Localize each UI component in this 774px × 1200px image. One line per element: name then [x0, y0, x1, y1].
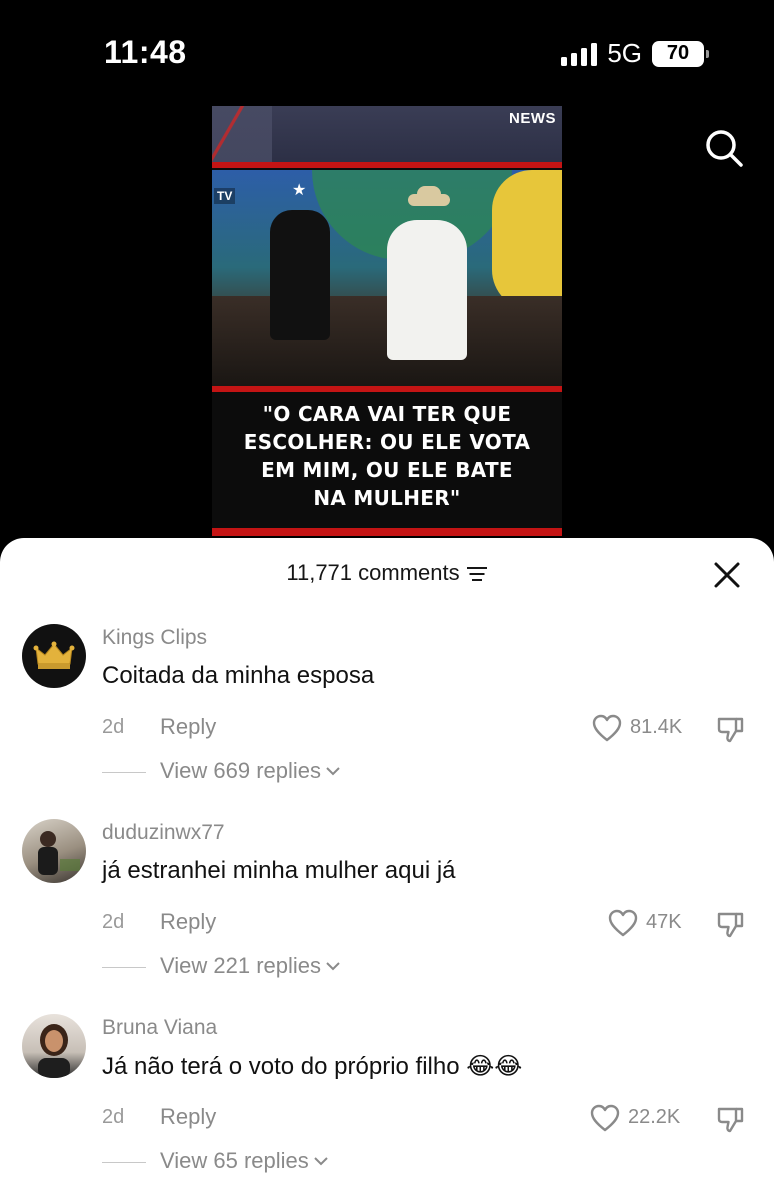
user-photo-icon — [38, 831, 80, 875]
view-replies-label: View 669 replies — [160, 758, 322, 783]
video-frame-image: TV ★ — [212, 170, 562, 386]
divider-line — [102, 967, 146, 968]
search-icon[interactable] — [704, 128, 744, 168]
video-player[interactable]: NEWS TV ★ "O CARA VAI TER QUE ESCOLHER: … — [212, 106, 562, 536]
dislike-icon[interactable] — [716, 1104, 746, 1134]
comment-time: 2d — [102, 911, 125, 933]
view-replies-button[interactable]: View 221 replies — [160, 953, 341, 979]
like-count: 47K — [646, 911, 682, 933]
like-count: 81.4K — [630, 716, 683, 738]
heart-icon[interactable] — [592, 714, 622, 742]
user-photo-icon — [38, 1024, 70, 1078]
chevron-down-icon — [326, 962, 340, 971]
comments-header: 11,771 comments — [0, 560, 774, 586]
red-divider — [212, 162, 562, 168]
chevron-down-icon — [326, 767, 340, 776]
avatar[interactable] — [22, 819, 86, 883]
red-divider — [212, 386, 562, 392]
comments-sheet: 11,771 comments Kings Clips Coitada da m… — [0, 538, 774, 1200]
reply-button[interactable]: Reply — [160, 1104, 216, 1130]
divider-line — [102, 1162, 146, 1163]
comment-time: 2d — [102, 1106, 125, 1128]
view-replies-label: View 221 replies — [160, 953, 322, 978]
comment-item: Kings Clips Coitada da minha esposa 2d R… — [0, 624, 774, 814]
heart-icon[interactable] — [590, 1104, 620, 1132]
comment-item: duduzinwx77 já estranhei minha mulher aq… — [0, 819, 774, 1009]
news-logo: NEWS — [509, 110, 556, 127]
comments-count: 11,771 comments — [286, 560, 460, 585]
like-count: 22.2K — [628, 1106, 681, 1128]
comment-username[interactable]: Kings Clips — [102, 626, 207, 650]
view-replies-button[interactable]: View 669 replies — [160, 758, 341, 784]
avatar[interactable] — [22, 1014, 86, 1078]
video-caption: "O CARA VAI TER QUE ESCOLHER: OU ELE VOT… — [243, 402, 531, 510]
battery-icon: 70 — [652, 40, 709, 67]
view-replies-label: View 65 replies — [160, 1148, 309, 1173]
comment-time: 2d — [102, 716, 125, 738]
view-replies-button[interactable]: View 65 replies — [160, 1148, 329, 1174]
comment-username[interactable]: Bruna Viana — [102, 1016, 217, 1040]
comment-username[interactable]: duduzinwx77 — [102, 821, 225, 845]
reply-button[interactable]: Reply — [160, 714, 216, 740]
comment-item: Bruna Viana Já não terá o voto do própri… — [0, 1014, 774, 1200]
signal-icon — [561, 42, 598, 66]
reply-button[interactable]: Reply — [160, 909, 216, 935]
dislike-icon[interactable] — [716, 714, 746, 744]
comment-text: Coitada da minha esposa — [102, 662, 375, 689]
status-indicators: 5G 70 — [561, 38, 709, 69]
video-top-band: NEWS — [212, 106, 562, 164]
dislike-icon[interactable] — [716, 909, 746, 939]
chevron-down-icon — [314, 1157, 328, 1166]
close-icon[interactable] — [712, 560, 742, 590]
network-type: 5G — [607, 38, 642, 68]
avatar[interactable] — [22, 624, 86, 688]
heart-icon[interactable] — [608, 909, 638, 937]
divider-line — [102, 772, 146, 773]
comment-text: já estranhei minha mulher aqui já — [102, 857, 456, 884]
red-divider — [212, 528, 562, 536]
comment-text: Já não terá o voto do próprio filho 😂😂 — [102, 1053, 523, 1080]
tv-channel-tag: TV — [214, 188, 236, 204]
status-time: 11:48 — [104, 34, 187, 70]
battery-level: 70 — [666, 42, 690, 64]
crown-icon — [33, 641, 75, 669]
filter-icon[interactable] — [466, 566, 488, 582]
star-icon: ★ — [292, 182, 307, 199]
